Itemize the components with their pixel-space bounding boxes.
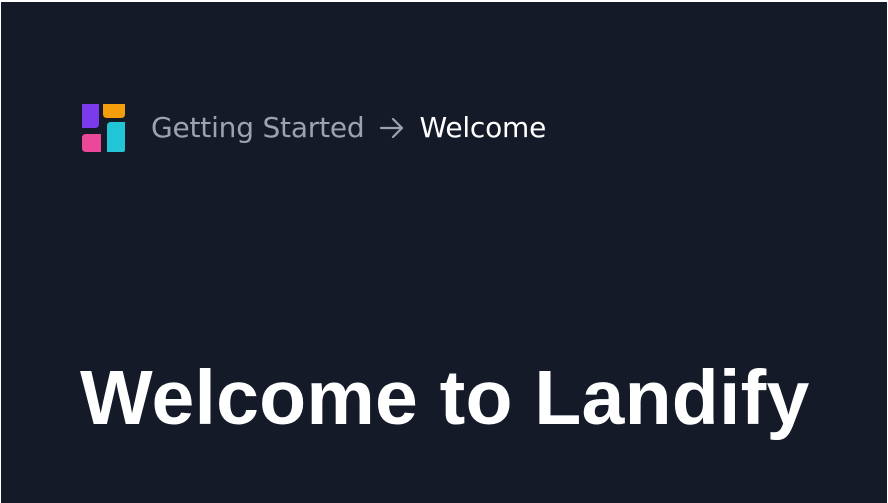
breadcrumb: Getting Started Welcome [79,101,546,155]
page-title: Welcome to Landify [80,355,810,441]
breadcrumb-item-getting-started[interactable]: Getting Started [151,101,365,155]
arrow-right-icon [380,117,404,139]
landify-logo-icon [82,104,125,152]
page-frame: Getting Started Welcome Welcome to Landi… [1,2,887,503]
breadcrumb-item-welcome: Welcome [419,111,547,144]
